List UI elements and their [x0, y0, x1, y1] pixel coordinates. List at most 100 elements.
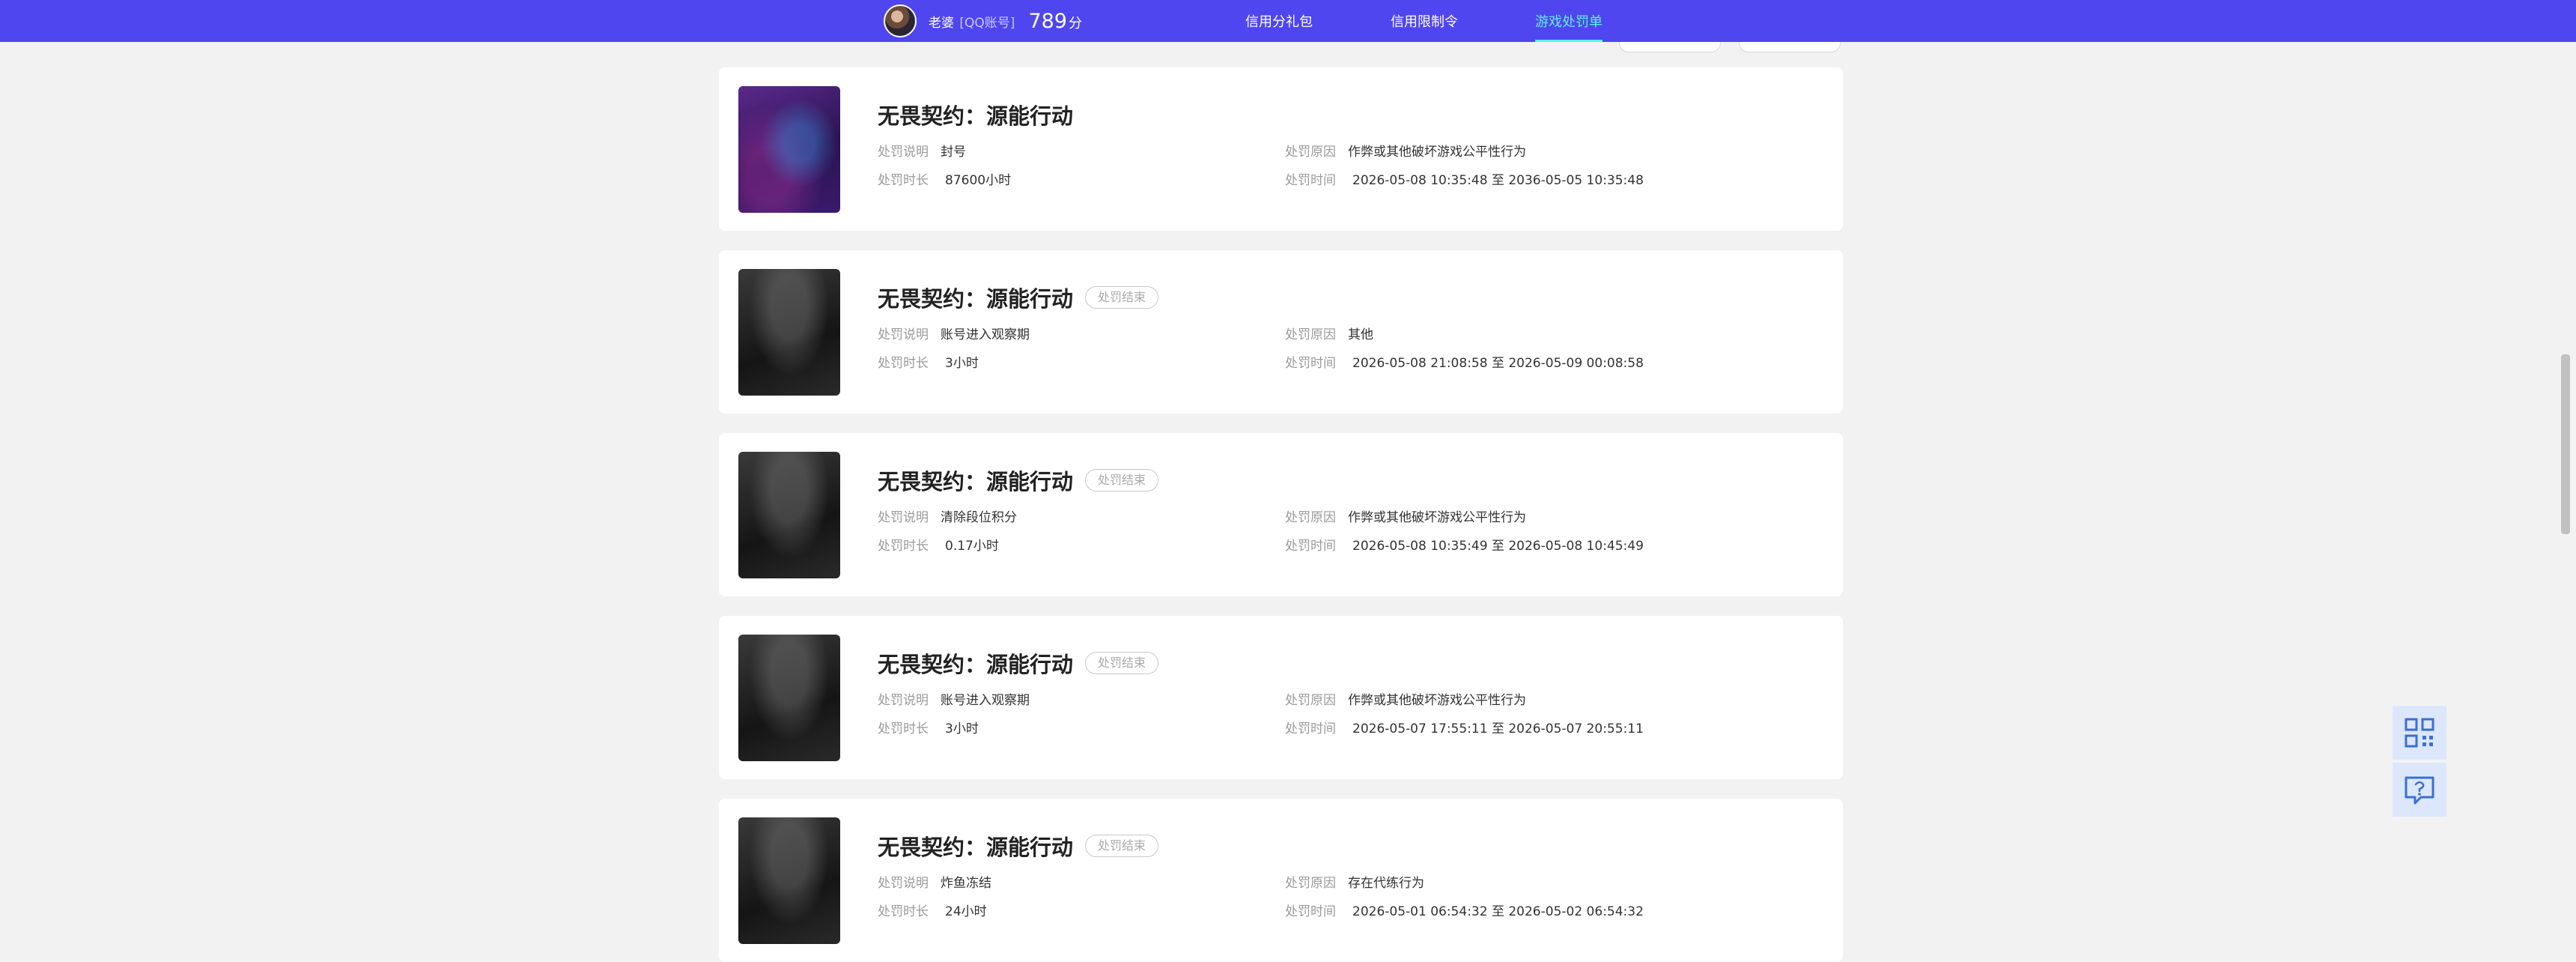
- penalty-duration-value: 3小时: [945, 722, 979, 736]
- game-title: 无畏契约：源能行动: [878, 835, 1074, 860]
- penalty-duration: 处罚时长 3小时: [878, 718, 979, 736]
- penalty-reason-value: 作弊或其他破坏游戏公平性行为: [1348, 693, 1526, 708]
- game-thumbnail: [738, 635, 840, 761]
- avatar[interactable]: [884, 4, 917, 37]
- penalty-time-label: 处罚时间: [1285, 722, 1336, 736]
- penalty-time: 处罚时间 2026-05-07 17:55:11 至 2026-05-07 20:…: [1285, 718, 1644, 736]
- user-name-text: 老婆: [929, 15, 954, 31]
- penalty-time-value: 2026-05-08 10:35:48 至 2036-05-05 10:35:4…: [1352, 173, 1644, 188]
- penalty-desc-label: 处罚说明: [878, 327, 929, 342]
- penalty-desc-value: 账号进入观察期: [941, 693, 1030, 708]
- qr-code-icon: [2405, 718, 2434, 748]
- penalty-desc-value: 封号: [941, 145, 966, 160]
- top-nav-bar: 老婆 [QQ账号] 789 分 信用分礼包 信用限制令 游戏处罚单: [0, 0, 2576, 42]
- penalty-reason-label: 处罚原因: [1285, 510, 1336, 525]
- penalty-reason: 处罚原因 存在代练行为: [1285, 872, 1424, 891]
- penalty-reason-value: 其他: [1348, 327, 1373, 342]
- penalty-time-label: 处罚时间: [1285, 539, 1336, 554]
- tab-credit-gift[interactable]: 信用分礼包: [1245, 0, 1313, 42]
- penalty-desc-label: 处罚说明: [878, 145, 929, 160]
- penalty-desc-label: 处罚说明: [878, 693, 929, 708]
- penalty-time-value: 2026-05-07 17:55:11 至 2026-05-07 20:55:1…: [1352, 722, 1644, 736]
- penalty-card: 无畏契约：源能行动 处罚结束 处罚说明 炸鱼冻结 处罚时长 24小时 处罚原因 存在代…: [719, 799, 1843, 962]
- penalty-reason-label: 处罚原因: [1285, 876, 1336, 891]
- game-title: 无畏契约：源能行动: [878, 103, 1074, 129]
- penalty-time: 处罚时间 2026-05-08 10:35:49 至 2026-05-08 10:…: [1285, 535, 1644, 554]
- credit-score: 789 分: [1028, 10, 1082, 33]
- penalty-time-value: 2026-05-01 06:54:32 至 2026-05-02 06:54:3…: [1352, 904, 1644, 919]
- penalty-duration: 处罚时长 24小时: [878, 901, 987, 919]
- game-title: 无畏契约：源能行动: [878, 469, 1074, 494]
- tab-credit-restriction[interactable]: 信用限制令: [1391, 0, 1458, 42]
- game-thumbnail: [738, 86, 840, 213]
- user-name: 老婆 [QQ账号]: [929, 12, 1015, 31]
- penalty-reason-label: 处罚原因: [1285, 145, 1336, 160]
- penalty-reason-label: 处罚原因: [1285, 693, 1336, 708]
- game-title: 无畏契约：源能行动: [878, 652, 1074, 677]
- penalty-time: 处罚时间 2026-05-01 06:54:32 至 2026-05-02 06:…: [1285, 901, 1644, 919]
- penalty-reason-value: 作弊或其他破坏游戏公平性行为: [1348, 510, 1526, 525]
- game-thumbnail: [738, 817, 840, 944]
- card-title-row: 无畏契约：源能行动: [878, 99, 1073, 130]
- penalty-desc-label: 处罚说明: [878, 876, 929, 891]
- penalty-reason: 处罚原因 作弊或其他破坏游戏公平性行为: [1285, 689, 1526, 708]
- penalty-duration-value: 24小时: [945, 904, 987, 919]
- penalty-duration: 处罚时长 3小时: [878, 352, 979, 371]
- penalty-desc: 处罚说明 账号进入观察期: [878, 324, 1030, 342]
- credit-score-unit: 分: [1068, 15, 1082, 31]
- status-badge: 处罚结束: [1085, 469, 1159, 491]
- penalty-reason: 处罚原因 作弊或其他破坏游戏公平性行为: [1285, 506, 1526, 525]
- penalty-reason: 处罚原因 其他: [1285, 324, 1373, 342]
- penalty-desc: 处罚说明 清除段位积分: [878, 506, 1017, 525]
- penalty-time-label: 处罚时间: [1285, 173, 1336, 188]
- penalty-desc-value: 账号进入观察期: [941, 327, 1030, 342]
- account-type: [QQ账号]: [959, 15, 1015, 31]
- penalty-duration-label: 处罚时长: [878, 904, 929, 919]
- penalty-duration: 处罚时长 87600小时: [878, 169, 1011, 188]
- status-badge: 处罚结束: [1085, 835, 1159, 857]
- penalty-time-label: 处罚时间: [1285, 904, 1336, 919]
- penalty-desc: 处罚说明 封号: [878, 141, 966, 160]
- penalty-reason-value: 作弊或其他破坏游戏公平性行为: [1348, 145, 1526, 160]
- user-info: 老婆 [QQ账号] 789 分: [884, 4, 1082, 38]
- penalty-time-label: 处罚时间: [1285, 356, 1336, 371]
- penalty-card: 无畏契约：源能行动 处罚结束 处罚说明 账号进入观察期 处罚时长 3小时 处罚原因其…: [719, 250, 1843, 414]
- scrollbar-thumb[interactable]: [2561, 354, 2570, 534]
- penalty-reason: 处罚原因 作弊或其他破坏游戏公平性行为: [1285, 141, 1526, 160]
- penalty-desc-label: 处罚说明: [878, 510, 929, 525]
- penalty-time-value: 2026-05-08 21:08:58 至 2026-05-09 00:08:5…: [1352, 356, 1644, 371]
- credit-score-value: 789: [1028, 9, 1067, 33]
- penalty-card: 无畏契约：源能行动 处罚结束 处罚说明 账号进入观察期 处罚时长 3小时 处罚原因作…: [719, 616, 1843, 779]
- penalty-reason-label: 处罚原因: [1285, 327, 1336, 342]
- game-thumbnail: [738, 269, 840, 396]
- penalty-time: 处罚时间 2026-05-08 10:35:48 至 2036-05-05 10:…: [1285, 169, 1644, 188]
- penalty-duration-label: 处罚时长: [878, 173, 929, 188]
- penalty-desc-value: 炸鱼冻结: [941, 876, 991, 891]
- penalty-duration-value: 3小时: [945, 356, 979, 371]
- penalty-desc-value: 清除段位积分: [941, 510, 1017, 525]
- penalty-card: 无畏契约：源能行动 处罚结束 处罚说明 清除段位积分 处罚时长 0.17小时 处罚原…: [719, 433, 1843, 596]
- qr-code-button[interactable]: [2393, 706, 2446, 760]
- card-title-row: 无畏契约：源能行动 处罚结束: [878, 282, 1159, 313]
- penalty-card: 无畏契约：源能行动 处罚说明 封号 处罚时长 87600小时 处罚原因 作弊或其他破坏…: [719, 67, 1843, 231]
- penalty-duration-label: 处罚时长: [878, 722, 929, 736]
- card-title-row: 无畏契约：源能行动 处罚结束: [878, 647, 1159, 679]
- penalty-duration: 处罚时长 0.17小时: [878, 535, 999, 554]
- penalty-duration-value: 0.17小时: [945, 539, 999, 554]
- card-title-row: 无畏契约：源能行动 处罚结束: [878, 830, 1159, 862]
- card-title-row: 无畏契约：源能行动 处罚结束: [878, 465, 1159, 496]
- game-title: 无畏契约：源能行动: [878, 286, 1074, 312]
- penalty-time: 处罚时间 2026-05-08 21:08:58 至 2026-05-09 00:…: [1285, 352, 1644, 371]
- game-thumbnail: [738, 452, 840, 578]
- penalty-duration-label: 处罚时长: [878, 356, 929, 371]
- penalty-time-value: 2026-05-08 10:35:49 至 2026-05-08 10:45:4…: [1352, 539, 1644, 554]
- status-badge: 处罚结束: [1085, 286, 1159, 309]
- help-button[interactable]: [2393, 763, 2446, 817]
- tab-game-penalty[interactable]: 游戏处罚单: [1535, 0, 1603, 42]
- status-badge: 处罚结束: [1085, 652, 1159, 674]
- penalty-duration-label: 处罚时长: [878, 539, 929, 554]
- penalty-duration-value: 87600小时: [945, 173, 1012, 188]
- penalty-desc: 处罚说明 账号进入观察期: [878, 689, 1030, 708]
- penalty-reason-value: 存在代练行为: [1348, 876, 1424, 891]
- help-question-icon: [2405, 776, 2434, 805]
